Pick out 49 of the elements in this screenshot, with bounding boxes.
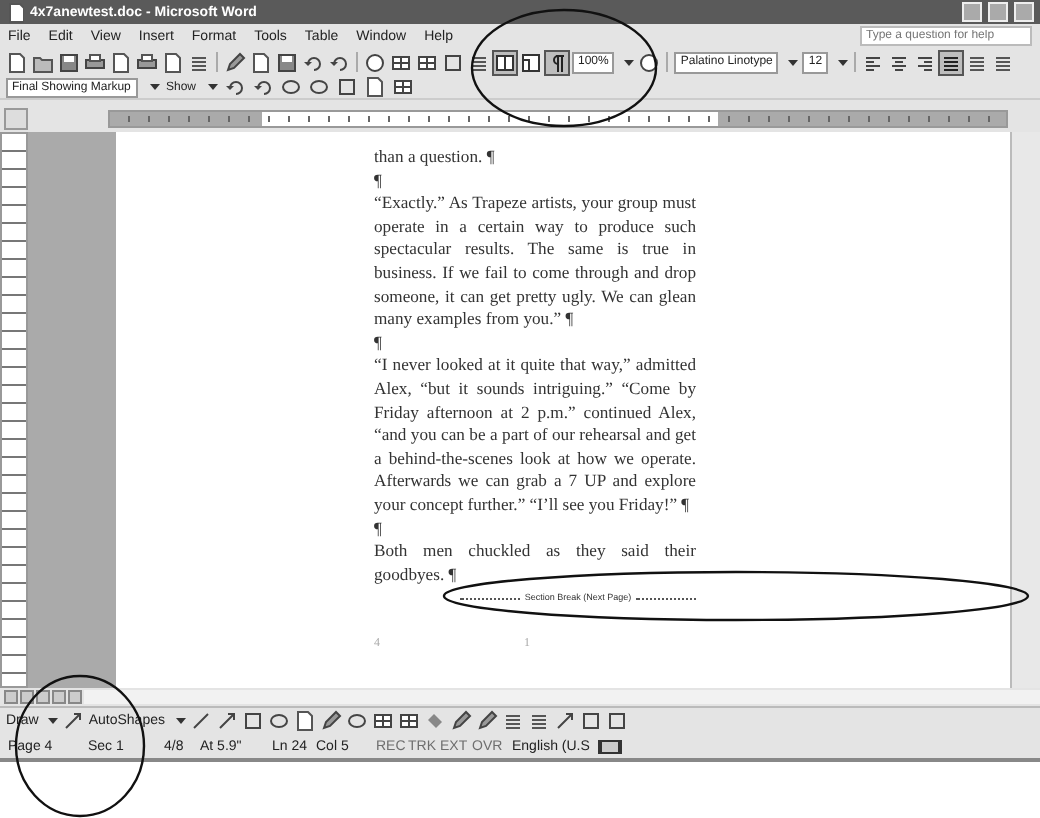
printer-icon[interactable]: [84, 51, 106, 73]
list-icon[interactable]: [992, 51, 1015, 73]
print-view-button[interactable]: [36, 690, 50, 704]
circle-icon[interactable]: [280, 76, 303, 98]
square-icon[interactable]: [579, 710, 601, 732]
paragraph: ¶: [374, 331, 384, 355]
paragraph: “Exactly.” As Trapeze artists, your group must operate in a certain way to produce such spectacular results. The same is true in business. If we fail to come through and drop someone, it can get pretty ugly. We can glean many examples from you.” ¶: [374, 192, 696, 332]
align-justify-icon[interactable]: [940, 51, 963, 73]
line-icon[interactable]: [189, 710, 211, 732]
arrow-icon[interactable]: [215, 710, 237, 732]
grid-icon[interactable]: [397, 710, 419, 732]
arrow-icon[interactable]: [553, 710, 575, 732]
undo-icon[interactable]: [302, 51, 324, 73]
lines-icon[interactable]: [468, 51, 490, 73]
paragraph: than a question. ¶: [374, 146, 497, 170]
square-icon[interactable]: [442, 51, 464, 73]
circle-icon[interactable]: [308, 76, 331, 98]
help-icon[interactable]: [364, 51, 386, 73]
undo-icon[interactable]: [328, 51, 350, 73]
grid-icon[interactable]: [371, 710, 393, 732]
vertical-ruler[interactable]: [0, 132, 28, 688]
vertical-scrollbar[interactable]: [1010, 132, 1040, 688]
horizontal-scrollbar[interactable]: [84, 690, 1040, 704]
printer-icon[interactable]: [136, 51, 158, 73]
grid-icon[interactable]: [392, 76, 415, 98]
circle-icon[interactable]: [345, 710, 367, 732]
paragraph: Both men chuckled as they said their goodbyes. ¶: [374, 540, 696, 587]
square-icon[interactable]: [605, 710, 627, 732]
align-center-icon[interactable]: [888, 51, 911, 73]
book-icon[interactable]: [494, 51, 516, 73]
grid-icon[interactable]: [416, 51, 438, 73]
map-icon[interactable]: [520, 51, 542, 73]
pointer-icon[interactable]: [62, 710, 85, 732]
square-icon[interactable]: [241, 710, 263, 732]
book-icon[interactable]: [596, 735, 624, 757]
pilcrow-icon[interactable]: [546, 51, 568, 73]
align-left-icon[interactable]: [862, 51, 885, 73]
circle-icon[interactable]: [267, 710, 289, 732]
paragraph: ¶: [374, 517, 384, 541]
undo-icon[interactable]: [224, 76, 247, 98]
list-icon[interactable]: [966, 51, 989, 73]
paragraph: “I never looked at it quite that way,” admitted Alex, “but it sounds intriguing.” “Come by Friday afternoon at 2 p.m.” continued Alex, “and you can be a part of our rehearsal and get a behind-the-scenes look at how we operate. Afterwards we can grab a 7 UP and explore your concept further.” “I’ll see you Friday!” ¶: [374, 354, 696, 517]
square-icon[interactable]: [336, 76, 359, 98]
paragraph: ¶: [374, 169, 384, 193]
undo-icon[interactable]: [252, 76, 275, 98]
horizontal-ruler[interactable]: [108, 109, 1008, 127]
grid-icon[interactable]: [390, 51, 412, 73]
align-right-icon[interactable]: [914, 51, 937, 73]
web-view-button[interactable]: [20, 690, 34, 704]
